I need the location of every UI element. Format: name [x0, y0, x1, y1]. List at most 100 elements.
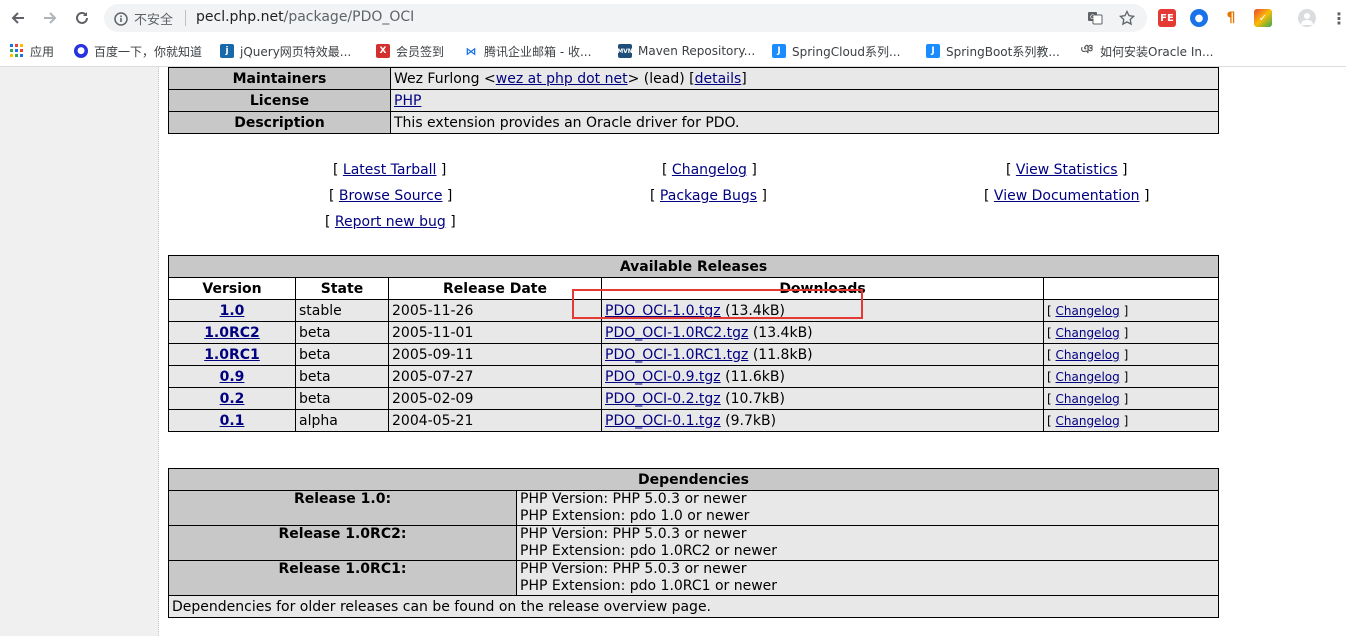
- release-changelog-link[interactable]: Changelog: [1056, 348, 1120, 362]
- dependency-release-label: Release 1.0RC2:: [168, 525, 517, 561]
- description-label: Description: [168, 111, 391, 134]
- globe-extension-icon[interactable]: ●: [1190, 9, 1208, 27]
- url-text[interactable]: pecl.php.net/package/PDO_OCI: [196, 9, 414, 25]
- releases-title: Available Releases: [168, 255, 1219, 278]
- pilcrow-extension-icon[interactable]: ¶: [1222, 9, 1240, 27]
- reload-icon: [76, 11, 88, 24]
- release-changelog-link[interactable]: Changelog: [1056, 370, 1120, 384]
- release-version-cell: 0.2: [168, 387, 296, 410]
- download-size: (13.4kB): [752, 324, 813, 341]
- reload-button[interactable]: [70, 6, 94, 30]
- bookmark-jquery[interactable]: j jQuery网页特效最...: [220, 42, 351, 60]
- download-link[interactable]: PDO_OCI-0.2.tgz: [605, 391, 721, 407]
- release-changelog-cell: [ Changelog ]: [1043, 409, 1219, 432]
- bookmark-tencent-mail[interactable]: ⋈ 腾讯企业邮箱 - 收...: [464, 42, 591, 60]
- download-link[interactable]: PDO_OCI-0.9.tgz: [605, 369, 721, 385]
- release-changelog-link[interactable]: Changelog: [1056, 392, 1120, 406]
- person-icon: [1301, 13, 1313, 25]
- release-date: 2005-09-11: [388, 343, 602, 366]
- security-indicator[interactable]: 不安全: [114, 9, 173, 28]
- release-version-cell: 1.0RC2: [168, 321, 296, 344]
- release-version-link[interactable]: 0.2: [220, 391, 245, 407]
- release-changelog-link[interactable]: Changelog: [1056, 326, 1120, 340]
- maintainer-end: ]: [741, 70, 747, 87]
- state-header: State: [295, 277, 389, 300]
- maintainers-row: Maintainers Wez Furlong <wez at php dot …: [168, 67, 1219, 90]
- page-content: Maintainers Wez Furlong <wez at php dot …: [0, 67, 1346, 636]
- forward-button[interactable]: [38, 6, 62, 30]
- release-version-link[interactable]: 0.1: [220, 413, 245, 429]
- back-button[interactable]: [6, 6, 30, 30]
- color-extension-icon[interactable]: ✓: [1254, 9, 1272, 27]
- browse-source-link[interactable]: Browse Source: [339, 188, 443, 204]
- menu-kebab-icon[interactable]: ⋮: [1330, 9, 1346, 28]
- release-changelog-link[interactable]: Changelog: [1056, 414, 1120, 428]
- download-link[interactable]: PDO_OCI-1.0RC1.tgz: [605, 347, 748, 363]
- release-date: 2005-11-26: [388, 299, 602, 322]
- bookmark-oracle[interactable]: ঞ 如何安装Oracle In...: [1080, 42, 1213, 60]
- license-link[interactable]: PHP: [394, 93, 421, 109]
- license-row: License PHP: [168, 89, 1219, 112]
- dependency-requirements: PHP Version: PHP 5.0.3 or newer PHP Exten…: [516, 560, 1219, 596]
- license-value: PHP: [390, 89, 1219, 112]
- license-label: License: [168, 89, 391, 112]
- address-bar[interactable]: 不安全 pecl.php.net/package/PDO_OCI G: [104, 4, 1147, 32]
- bookmark-springcloud[interactable]: J SpringCloud系列...: [772, 42, 900, 60]
- bookmark-maven[interactable]: MVN Maven Repository...: [617, 42, 755, 60]
- translate-button[interactable]: G: [1086, 9, 1104, 27]
- changelog-link[interactable]: Changelog: [672, 162, 747, 178]
- url-path: /package/PDO_OCI: [283, 9, 415, 25]
- release-changelog-link[interactable]: Changelog: [1056, 304, 1120, 318]
- download-size: (10.7kB): [725, 390, 785, 407]
- report-new-bug-link[interactable]: Report new bug: [335, 214, 446, 230]
- package-bugs-item: [ Package Bugs ]: [650, 188, 767, 204]
- view-statistics-link[interactable]: View Statistics: [1016, 162, 1118, 178]
- package-info-table: Maintainers Wez Furlong <wez at php dot …: [168, 67, 1219, 134]
- release-version-link[interactable]: 1.0RC2: [204, 325, 260, 341]
- download-link[interactable]: PDO_OCI-1.0RC2.tgz: [605, 325, 748, 341]
- translate-icon: G: [1088, 12, 1103, 25]
- release-download-cell: PDO_OCI-1.0RC1.tgz (11.8kB): [601, 343, 1044, 366]
- bookmark-baidu[interactable]: ● 百度一下，你就知道: [74, 42, 202, 60]
- avatar[interactable]: [1298, 9, 1316, 27]
- release-version-cell: 0.9: [168, 365, 296, 388]
- release-row: 0.1 alpha 2004-05-21 PDO_OCI-0.1.tgz (9.7kB…: [168, 409, 1219, 432]
- bookmark-signin[interactable]: X 会员签到: [376, 42, 444, 60]
- maintainer-name: Wez Furlong <: [394, 70, 496, 87]
- bookmark-star-button[interactable]: [1118, 9, 1136, 27]
- dependency-requirements: PHP Version: PHP 5.0.3 or newer PHP Exten…: [516, 525, 1219, 561]
- release-download-cell: PDO_OCI-0.2.tgz (10.7kB): [601, 387, 1044, 410]
- release-version-link[interactable]: 0.9: [220, 369, 245, 385]
- bookmark-apps[interactable]: 应用: [10, 42, 54, 60]
- release-version-link[interactable]: 1.0: [220, 303, 245, 319]
- release-state: beta: [295, 343, 389, 366]
- fe-extension-icon[interactable]: FE: [1158, 9, 1176, 27]
- signin-icon: X: [376, 44, 390, 58]
- release-download-cell: PDO_OCI-0.1.tgz (9.7kB): [601, 409, 1044, 432]
- download-size: (11.8kB): [752, 346, 813, 363]
- release-state: beta: [295, 365, 389, 388]
- changelog-header: [1043, 277, 1219, 300]
- omnibox-divider: [185, 10, 186, 26]
- release-version-cell: 1.0RC1: [168, 343, 296, 366]
- details-link[interactable]: details: [695, 71, 742, 87]
- dependencies-table: Dependencies Release 1.0: PHP Version: PH…: [168, 468, 1219, 618]
- package-bugs-link[interactable]: Package Bugs: [660, 188, 757, 204]
- maintainer-email-link[interactable]: wez at php dot net: [496, 71, 628, 87]
- release-changelog-cell: [ Changelog ]: [1043, 343, 1219, 366]
- download-link[interactable]: PDO_OCI-0.1.tgz: [605, 413, 721, 429]
- release-state: stable: [295, 299, 389, 322]
- bookmark-springboot[interactable]: J SpringBoot系列教...: [926, 42, 1060, 60]
- view-documentation-link[interactable]: View Documentation: [994, 188, 1140, 204]
- release-date: 2004-05-21: [388, 409, 602, 432]
- release-version-link[interactable]: 1.0RC1: [204, 347, 260, 363]
- bookmark-label: 百度一下，你就知道: [94, 44, 203, 59]
- bookmark-label: 腾讯企业邮箱 - 收...: [484, 44, 592, 59]
- view-documentation-item: [ View Documentation ]: [984, 188, 1150, 204]
- latest-tarball-link[interactable]: Latest Tarball: [343, 162, 437, 178]
- release-row: 0.2 beta 2005-02-09 PDO_OCI-0.2.tgz (10.7kB…: [168, 387, 1219, 410]
- arrow-right-icon: [44, 12, 57, 24]
- dependency-requirements: PHP Version: PHP 5.0.3 or newer PHP Exten…: [516, 490, 1219, 526]
- url-host: pecl.php.net: [196, 9, 284, 25]
- jianshu-icon: J: [772, 44, 786, 58]
